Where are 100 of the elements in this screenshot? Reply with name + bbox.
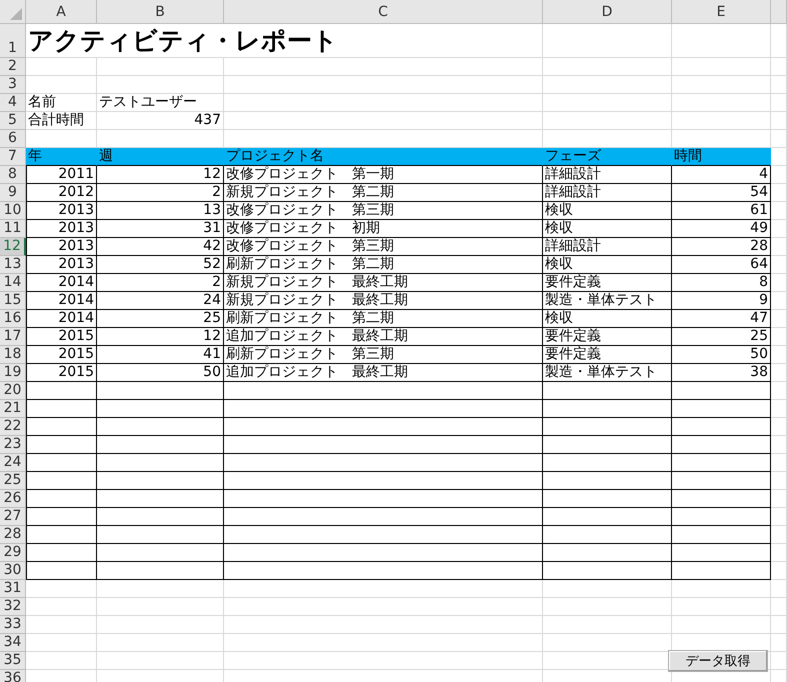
row-header[interactable]: 31 [0, 580, 26, 598]
row-header[interactable]: 15 [0, 292, 26, 310]
table-cell: 25 [97, 310, 224, 328]
row-header[interactable]: 33 [0, 616, 26, 634]
table-cell: 改修プロジェクト 初期 [224, 220, 543, 238]
report-title: アクティビティ・レポート [26, 24, 543, 58]
table-cell: 刷新プロジェクト 第二期 [224, 256, 543, 274]
table-cell: 4 [672, 166, 771, 184]
empty-cell [771, 526, 787, 544]
table-cell: 名前 [26, 94, 97, 112]
table-cell: 改修プロジェクト 第三期 [224, 238, 543, 256]
table-cell: 新規プロジェクト 第二期 [224, 184, 543, 202]
empty-cell [771, 508, 787, 526]
table-cell: 54 [672, 184, 771, 202]
table-cell: 38 [672, 364, 771, 382]
table-cell: 24 [97, 292, 224, 310]
table-cell: 検収 [543, 256, 672, 274]
table-cell: 追加プロジェクト 最終工期 [224, 328, 543, 346]
row-header[interactable]: 16 [0, 310, 26, 328]
empty-cell [771, 436, 787, 454]
table-cell: 2014 [26, 292, 97, 310]
table-cell: 2012 [26, 184, 97, 202]
table-cell: 追加プロジェクト 最終工期 [224, 364, 543, 382]
row-header[interactable]: 27 [0, 508, 26, 526]
row-header[interactable]: 14 [0, 274, 26, 292]
row-header[interactable]: 2 [0, 58, 26, 76]
fetch-data-button[interactable]: データ取得 [668, 650, 768, 672]
table-cell: 49 [672, 220, 771, 238]
row-header[interactable]: 32 [0, 598, 26, 616]
row-header[interactable]: 29 [0, 544, 26, 562]
row-header[interactable]: 28 [0, 526, 26, 544]
empty-cell [771, 364, 787, 382]
row-header[interactable]: 34 [0, 634, 26, 652]
row-header[interactable]: 12 [0, 238, 26, 256]
column-header[interactable] [771, 0, 787, 24]
table-cell: 2014 [26, 310, 97, 328]
row-header[interactable]: 21 [0, 400, 26, 418]
table-cell: 改修プロジェクト 第一期 [224, 166, 543, 184]
row-header[interactable]: 18 [0, 346, 26, 364]
row-header[interactable]: 13 [0, 256, 26, 274]
row-header[interactable]: 20 [0, 382, 26, 400]
table-cell: 合計時間 [26, 112, 97, 130]
empty-cell [771, 598, 787, 616]
row-header[interactable]: 3 [0, 76, 26, 94]
table-cell: 製造・単体テスト [543, 292, 672, 310]
row-header[interactable]: 36 [0, 670, 26, 682]
table-cell: 2013 [26, 238, 97, 256]
column-header[interactable]: B [97, 0, 224, 24]
column-header[interactable]: D [543, 0, 672, 24]
row-header[interactable]: 6 [0, 130, 26, 148]
empty-cell [771, 580, 787, 598]
empty-cell [771, 616, 787, 634]
empty-cell [771, 58, 787, 76]
row-header[interactable]: 7 [0, 148, 26, 166]
column-header[interactable]: C [224, 0, 543, 24]
table-cell: 50 [672, 346, 771, 364]
table-cell: 41 [97, 346, 224, 364]
table-cell: 2015 [26, 364, 97, 382]
table-cell: 8 [672, 274, 771, 292]
corner-triangle-icon [10, 8, 22, 20]
row-header[interactable]: 22 [0, 418, 26, 436]
row-header[interactable]: 11 [0, 220, 26, 238]
table-cell: 2014 [26, 274, 97, 292]
row-header[interactable]: 10 [0, 202, 26, 220]
row-header[interactable]: 25 [0, 472, 26, 490]
empty-cell [771, 490, 787, 508]
empty-cell [771, 202, 787, 220]
empty-cell [771, 652, 787, 670]
table-cell: 要件定義 [543, 274, 672, 292]
row-header[interactable]: 1 [0, 24, 26, 58]
empty-cell [771, 418, 787, 436]
row-header[interactable]: 8 [0, 166, 26, 184]
row-header[interactable]: 24 [0, 454, 26, 472]
empty-cell [771, 634, 787, 652]
empty-cell [771, 94, 787, 112]
empty-cell [771, 184, 787, 202]
select-all-button[interactable] [0, 0, 26, 24]
row-header[interactable]: 9 [0, 184, 26, 202]
row-header[interactable]: 26 [0, 490, 26, 508]
table-cell: 25 [672, 328, 771, 346]
empty-cell [771, 328, 787, 346]
table-cell: 製造・単体テスト [543, 364, 672, 382]
table-cell: 64 [672, 256, 771, 274]
table-cell: 2015 [26, 346, 97, 364]
row-header[interactable]: 30 [0, 562, 26, 580]
row-header[interactable]: 5 [0, 112, 26, 130]
empty-cell [771, 400, 787, 418]
row-header[interactable]: 19 [0, 364, 26, 382]
table-cell: 2 [97, 184, 224, 202]
empty-cell [771, 274, 787, 292]
column-header[interactable]: E [672, 0, 771, 24]
table-cell: 詳細設計 [543, 166, 672, 184]
column-heading: 週 [97, 148, 224, 166]
row-header[interactable]: 23 [0, 436, 26, 454]
column-header[interactable]: A [26, 0, 97, 24]
row-header[interactable]: 4 [0, 94, 26, 112]
empty-cell [771, 130, 787, 148]
table-cell: 刷新プロジェクト 第三期 [224, 346, 543, 364]
row-header[interactable]: 17 [0, 328, 26, 346]
row-header[interactable]: 35 [0, 652, 26, 670]
